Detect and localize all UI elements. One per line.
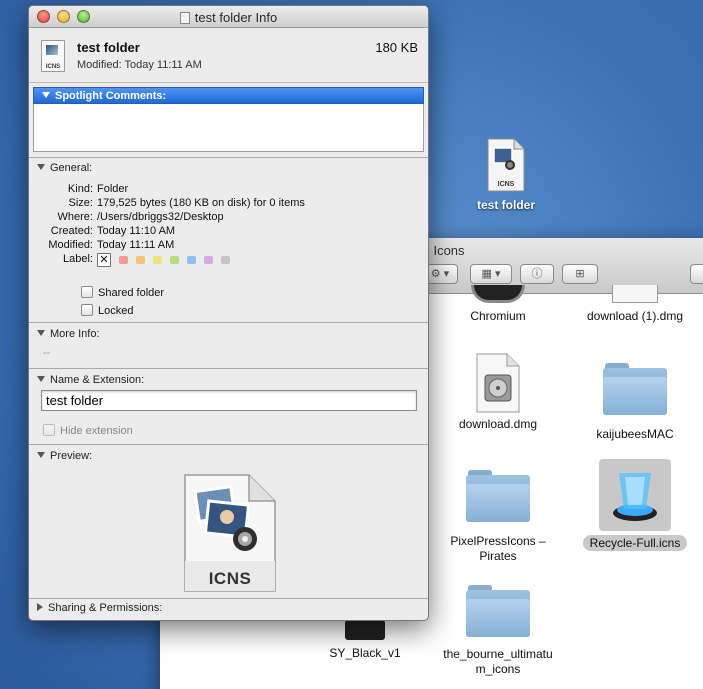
preview-section: Preview: ICNS (29, 445, 428, 605)
search-field[interactable]: ⌕ (690, 264, 703, 284)
recycle-bin-icon (599, 459, 671, 531)
file-item-the-bourne-ultimatum-icons[interactable]: the_bourne_ultimatum_icons (433, 585, 563, 677)
created-key: Created: (50, 225, 93, 237)
new-folder-icon: ⊞ (575, 268, 585, 280)
name-extension-section: Name & Extension: Hide extension (29, 369, 428, 445)
label-picker: ✕ (97, 252, 427, 267)
label-color-yellow[interactable] (153, 256, 162, 264)
label-color-orange[interactable] (136, 256, 145, 264)
disclosure-triangle-icon (37, 164, 45, 170)
preview-badge: ICNS (208, 569, 252, 588)
info-titlebar[interactable]: test folder Info (29, 6, 428, 28)
where-value: /Users/dbriggs32/Desktop (97, 211, 224, 223)
hide-extension-option[interactable]: Hide extension (43, 424, 133, 437)
icns-document-icon: ICNS (486, 138, 526, 192)
arrange-button[interactable]: ▦ ▾ (470, 264, 512, 284)
folder-icon (466, 470, 530, 522)
disclosure-triangle-icon (37, 603, 43, 611)
created-value: Today 11:10 AM (97, 225, 176, 237)
where-key: Where: (57, 211, 93, 223)
label-color-green[interactable] (170, 256, 179, 264)
folder-icon (466, 585, 530, 637)
general-header[interactable]: General: (29, 158, 428, 175)
folder-icon (603, 363, 667, 415)
spotlight-comments-header[interactable]: Spotlight Comments: (33, 87, 424, 104)
info-window: test folder Info ICNS test folder 180 KB… (28, 5, 429, 621)
document-proxy-icon[interactable] (179, 12, 190, 24)
kind-value: Folder (97, 183, 129, 195)
locked-checkbox[interactable] (81, 304, 93, 316)
label-color-purple[interactable] (204, 256, 213, 264)
general-details: Kind: Folder Size: 179,525 bytes (180 KB… (29, 182, 427, 267)
file-item-recycle-full-icns[interactable]: Recycle-Full.icns (570, 459, 700, 551)
locked-option[interactable]: Locked (81, 304, 133, 317)
disclosure-triangle-icon (37, 330, 45, 336)
name-extension-header[interactable]: Name & Extension: (29, 369, 428, 386)
disclosure-triangle-icon (37, 452, 45, 458)
sy-black-icon (345, 620, 385, 640)
item-modified: Modified: Today 11:11 AM (77, 59, 202, 71)
name-field[interactable] (41, 390, 417, 411)
file-item-download-1-dmg[interactable]: download (1).dmg (570, 285, 700, 323)
chromium-icon (471, 285, 525, 303)
modified-key: Modified: (48, 239, 93, 251)
more-info-header[interactable]: More Info: (29, 323, 428, 340)
dmg-icon (612, 285, 658, 303)
shared-folder-checkbox[interactable] (81, 286, 93, 298)
file-item-chromium[interactable]: Chromium (433, 285, 563, 323)
kind-key: Kind: (67, 183, 93, 195)
icns-file-icon: ICNS (41, 40, 65, 72)
more-info-section: More Info: -- (29, 323, 428, 369)
label-key: Label: (63, 253, 93, 265)
icns-preview-icon: ICNS (183, 473, 277, 593)
label-color-red[interactable] (119, 256, 128, 264)
info-icon: ⓘ (531, 268, 543, 280)
info-header: ICNS test folder 180 KB Modified: Today … (29, 28, 428, 83)
desktop-icon-badge: ICNS (497, 181, 515, 188)
file-item-pixelpressicons-pirates[interactable]: PixelPressIcons – Pirates (433, 470, 563, 564)
sharing-permissions-header[interactable]: Sharing & Permissions: (29, 598, 428, 618)
item-name: test folder (77, 40, 140, 55)
gear-icon: ⚙ ▾ (430, 268, 450, 280)
window-title: test folder Info (29, 10, 428, 25)
more-info-value: -- (43, 347, 51, 359)
label-color-gray[interactable] (221, 256, 230, 264)
label-color-blue[interactable] (187, 256, 196, 264)
preview-header[interactable]: Preview: (29, 445, 428, 462)
size-value: 179,525 bytes (180 KB on disk) for 0 ite… (97, 197, 305, 209)
shared-folder-option[interactable]: Shared folder (81, 286, 164, 299)
desktop-icon-test-folder[interactable]: ICNS test folder (466, 138, 546, 212)
modified-value: Today 11:11 AM (97, 239, 175, 251)
new-folder-button[interactable]: ⊞ (562, 264, 598, 284)
get-info-button[interactable]: ⓘ (520, 264, 554, 284)
selected-file-label: Recycle-Full.icns (582, 535, 688, 551)
file-item-download-dmg[interactable]: download.dmg (433, 353, 563, 431)
disk-image-icon (475, 353, 521, 413)
item-size: 180 KB (375, 40, 418, 55)
spotlight-comments-field[interactable] (33, 104, 424, 152)
disclosure-triangle-icon (37, 376, 45, 382)
size-key: Size: (68, 197, 93, 209)
hide-extension-checkbox[interactable] (43, 424, 55, 436)
grid-icon: ▦ ▾ (481, 268, 501, 280)
disclosure-triangle-icon (42, 92, 50, 98)
file-item-kaijubeesmac[interactable]: kaijubeesMAC (570, 363, 700, 441)
desktop-icon-label: test folder (476, 198, 535, 212)
file-item-sy-black-v1[interactable]: SY_Black_v1 (300, 620, 430, 660)
general-section: General: Kind: Folder Size: 179,525 byte… (29, 158, 428, 323)
label-none-button[interactable]: ✕ (97, 253, 111, 267)
